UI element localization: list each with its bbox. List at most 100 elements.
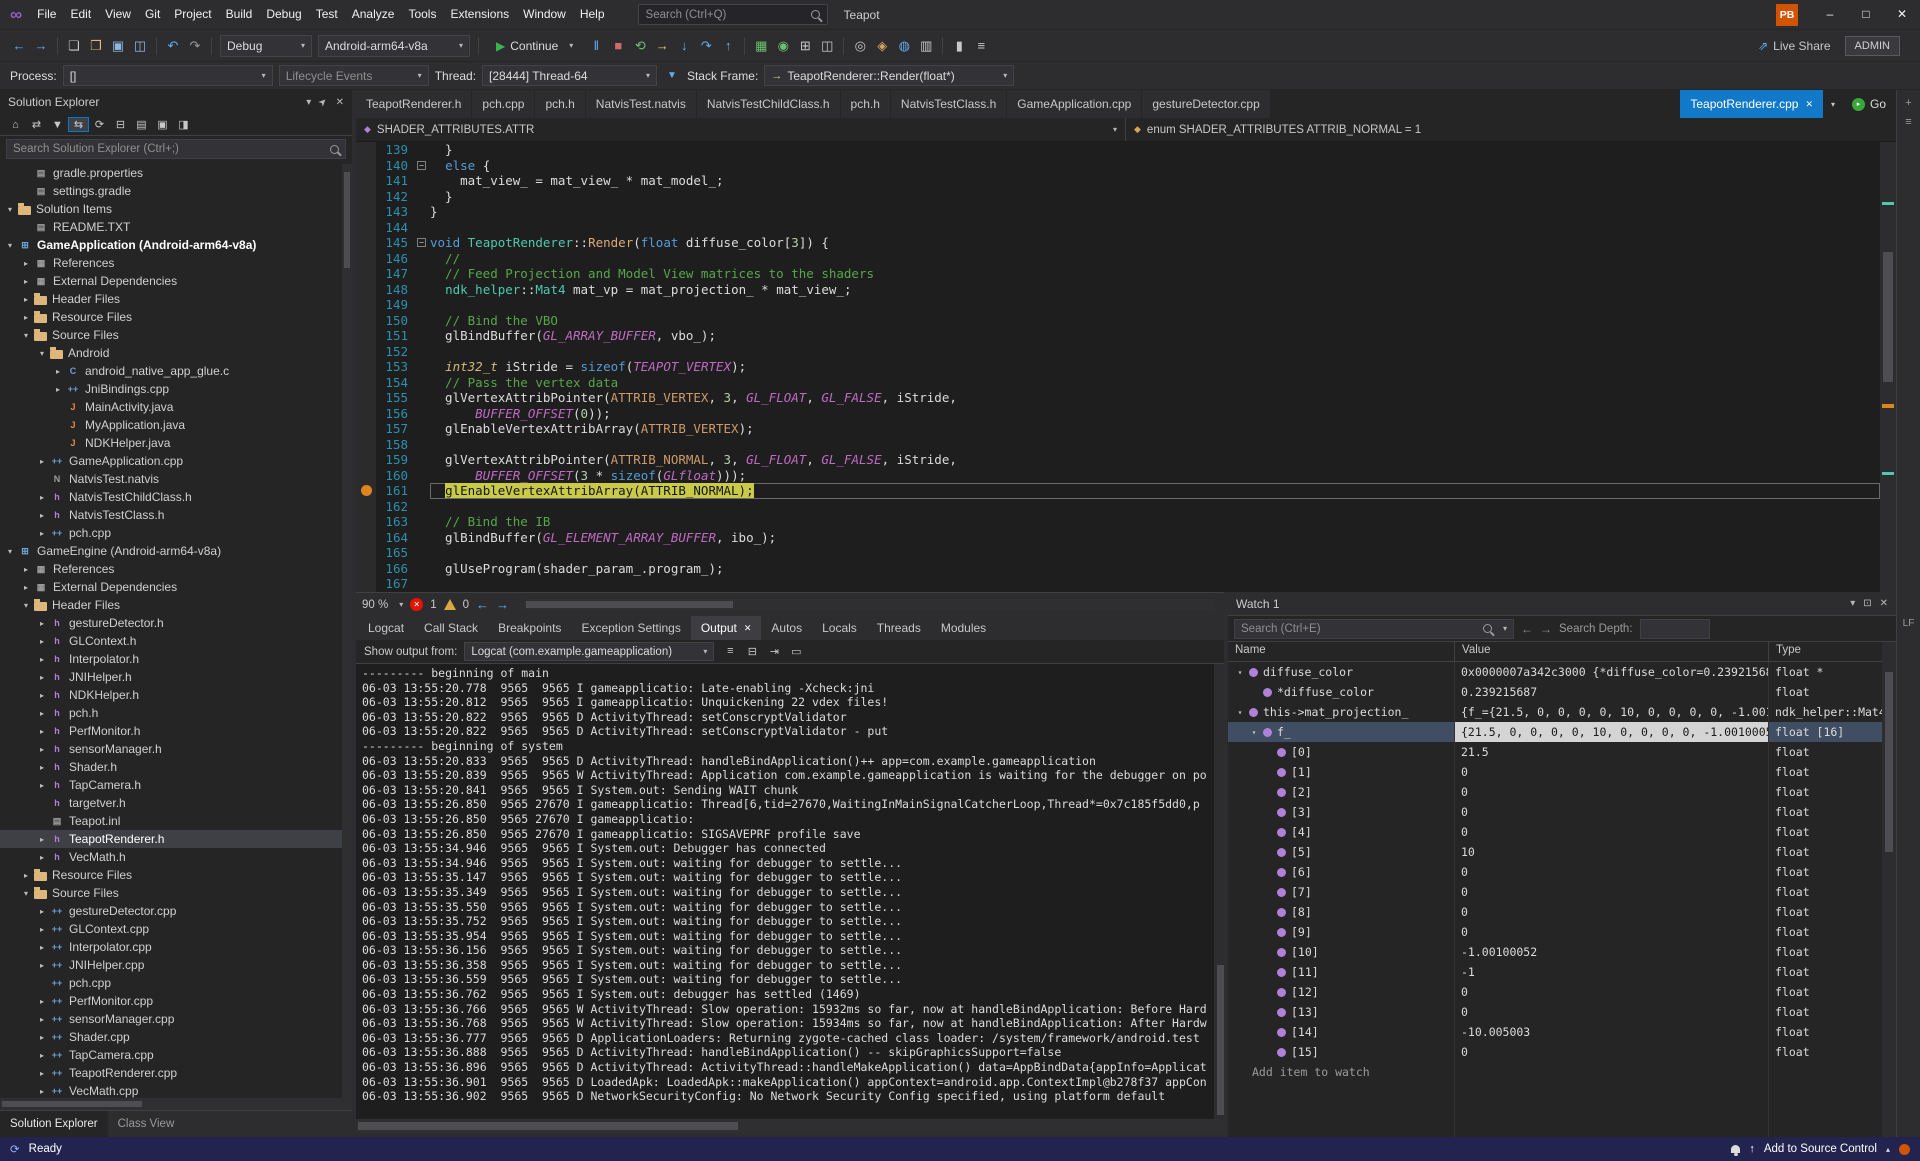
breakpoint-margin[interactable]	[356, 157, 376, 173]
expander-icon[interactable]: ▸	[36, 493, 48, 502]
tree-item-sensormanager-cpp[interactable]: ▸ ++ sensorManager.cpp	[0, 1010, 352, 1028]
tree-item-gradle-properties[interactable]: ▤ gradle.properties	[0, 164, 352, 182]
panel-tab-locals[interactable]: Locals	[812, 616, 867, 640]
fold-collapse-icon[interactable]: −	[417, 238, 426, 247]
breakpoint-margin[interactable]	[356, 529, 376, 545]
watch-row-2[interactable]: [2] 0 float	[1228, 782, 1882, 802]
expander-icon[interactable]: ▸	[36, 943, 48, 952]
diagnostics-icon[interactable]: ▥	[915, 38, 937, 54]
expander-icon[interactable]: ▾	[20, 331, 32, 340]
pin-output-icon[interactable]: ▭	[787, 645, 805, 658]
tree-item-tapcamera-h[interactable]: ▸ h TapCamera.h	[0, 776, 352, 794]
profiler-icon[interactable]: ◍	[893, 38, 915, 54]
navigate-forward-icon[interactable]: →	[30, 38, 52, 53]
tree-item-gameengine-android-arm64-v8a[interactable]: ▾ ⊞ GameEngine (Android-arm64-v8a)	[0, 542, 352, 560]
editor-horizontal-scrollbar[interactable]	[524, 599, 1214, 610]
go-button[interactable]: ▸ Go	[1842, 90, 1896, 118]
window-chevron-icon[interactable]: ▾	[1850, 598, 1855, 609]
scrollbar-thumb[interactable]	[358, 1122, 738, 1130]
pin-icon[interactable]: ➤	[317, 95, 331, 109]
minimize-button[interactable]: –	[1812, 0, 1848, 29]
tree-item-gesturedetector-h[interactable]: ▸ h gestureDetector.h	[0, 614, 352, 632]
tree-item-readme-txt[interactable]: ▤ README.TXT	[0, 218, 352, 236]
rail-add-icon[interactable]: +	[1897, 97, 1920, 109]
watch-value-cell[interactable]: 0	[1455, 1002, 1769, 1022]
expander-icon[interactable]: ▸	[36, 457, 48, 466]
tab-gesturedetector-cpp[interactable]: gestureDetector.cpp	[1142, 90, 1271, 118]
expander-icon[interactable]: ▸	[20, 565, 32, 574]
tree-item-teapot-inl[interactable]: ▤ Teapot.inl	[0, 812, 352, 830]
error-icon[interactable]: ✕	[410, 598, 424, 611]
watch-name-cell[interactable]: [1]	[1228, 762, 1455, 782]
watch-row-15[interactable]: [15] 0 float	[1228, 1042, 1882, 1062]
watch-row-7[interactable]: [7] 0 float	[1228, 882, 1882, 902]
show-next-statement-icon[interactable]: →	[651, 38, 673, 53]
warning-icon[interactable]	[443, 599, 456, 610]
android-emulator-icon[interactable]: ◉	[772, 38, 794, 54]
scrollbar-thumb[interactable]	[1883, 252, 1893, 382]
fold-margin[interactable]: −	[416, 235, 430, 251]
scrollbar-thumb[interactable]	[1885, 672, 1893, 852]
avd-manager-icon[interactable]: ◫	[816, 38, 838, 54]
search-depth-input[interactable]	[1639, 618, 1710, 639]
code-text[interactable]	[430, 545, 1880, 561]
breakpoint-margin[interactable]	[356, 204, 376, 220]
watch-value-cell[interactable]: 0	[1455, 782, 1769, 802]
breakpoint-margin[interactable]	[356, 281, 376, 297]
tab-pch-h[interactable]: pch.h	[535, 90, 586, 118]
expander-icon[interactable]: ▸	[20, 583, 32, 592]
tree-item-android[interactable]: ▾ Android	[0, 344, 352, 362]
fold-collapse-icon[interactable]: −	[417, 160, 426, 170]
collapse-all-icon[interactable]: ⊟	[111, 118, 130, 131]
break-all-icon[interactable]: ‖	[585, 38, 607, 53]
quick-search-box[interactable]: Search (Ctrl+Q)	[637, 4, 828, 25]
output-source-select[interactable]: Logcat (com.example.gameapplication) ▾	[464, 642, 715, 661]
expander-icon[interactable]: ▸	[36, 907, 48, 916]
watch-value-cell[interactable]: 0	[1455, 822, 1769, 842]
watch-name-cell[interactable]: ▾ this->mat_projection_	[1228, 702, 1455, 722]
fold-margin[interactable]: −	[416, 158, 430, 174]
code-text[interactable]	[430, 344, 1880, 360]
close-icon[interactable]: ✕	[744, 623, 752, 634]
watch-row-diffuse-color[interactable]: *diffuse_color 0.239215687 float	[1228, 682, 1882, 702]
tab-class-view[interactable]: Class View	[108, 1111, 185, 1137]
tree-item-external-dependencies[interactable]: ▸ ▦ External Dependencies	[0, 272, 352, 290]
live-share-button[interactable]: ⇗ Live Share	[1758, 39, 1830, 53]
watch-row-diffuse-color[interactable]: ▾ diffuse_color 0x0000007a342c3000 {*diffu…	[1228, 662, 1882, 682]
expander-icon[interactable]: ▸	[36, 835, 48, 844]
restart-debugging-icon[interactable]: ⟲	[629, 38, 651, 54]
step-out-icon[interactable]: ↑	[717, 38, 739, 53]
tab-teapotrenderer-h[interactable]: TeapotRenderer.h	[356, 90, 473, 118]
menu-extensions[interactable]: Extensions	[443, 7, 516, 21]
watch-row-13[interactable]: [13] 0 float	[1228, 1002, 1882, 1022]
tree-item-jnihelper-cpp[interactable]: ▸ ++ JNIHelper.cpp	[0, 956, 352, 974]
navigate-backward-icon[interactable]: ←	[8, 38, 30, 53]
save-all-icon[interactable]: ◫	[129, 38, 151, 54]
tree-item-interpolator-h[interactable]: ▸ h Interpolator.h	[0, 650, 352, 668]
breadcrumb-member-dropdown[interactable]: ◆ enum SHADER_ATTRIBUTES ATTRIB_NORMAL =…	[1126, 118, 1896, 141]
error-count[interactable]: 1	[430, 599, 436, 611]
tree-item-natvistestchildclass-h[interactable]: ▸ h NatvisTestChildClass.h	[0, 488, 352, 506]
watch-row-9[interactable]: [9] 0 float	[1228, 922, 1882, 942]
expander-icon[interactable]: ▸	[36, 763, 48, 772]
navigate-previous-icon[interactable]: ←	[476, 597, 489, 612]
solution-platform-select[interactable]: Android-arm64-v8a ▾	[318, 34, 470, 57]
expander-icon[interactable]: ▾	[1234, 668, 1246, 677]
watch-name-cell[interactable]: [15]	[1228, 1042, 1455, 1062]
tree-item-teapotrenderer-h[interactable]: ▸ h TeapotRenderer.h	[0, 830, 352, 848]
breakpoint-margin[interactable]	[356, 498, 376, 514]
tab-natvistest-natvis[interactable]: NatvisTest.natvis	[585, 90, 697, 118]
tree-item-glcontext-h[interactable]: ▸ h GLContext.h	[0, 632, 352, 650]
code-text[interactable]	[430, 499, 1880, 515]
breakpoint-icon[interactable]	[360, 485, 372, 497]
watch-value-cell[interactable]: 0	[1455, 762, 1769, 782]
expander-icon[interactable]: ▸	[36, 691, 48, 700]
watch-name-cell[interactable]: [3]	[1228, 802, 1455, 822]
expander-icon[interactable]: ▸	[20, 277, 32, 286]
open-file-icon[interactable]: ❒	[85, 38, 107, 54]
code-text[interactable]: }	[430, 142, 1880, 158]
breakpoint-margin[interactable]	[356, 328, 376, 344]
expander-icon[interactable]: ▸	[36, 853, 48, 862]
breakpoint-margin[interactable]	[356, 266, 376, 282]
breakpoint-margin[interactable]	[356, 467, 376, 483]
